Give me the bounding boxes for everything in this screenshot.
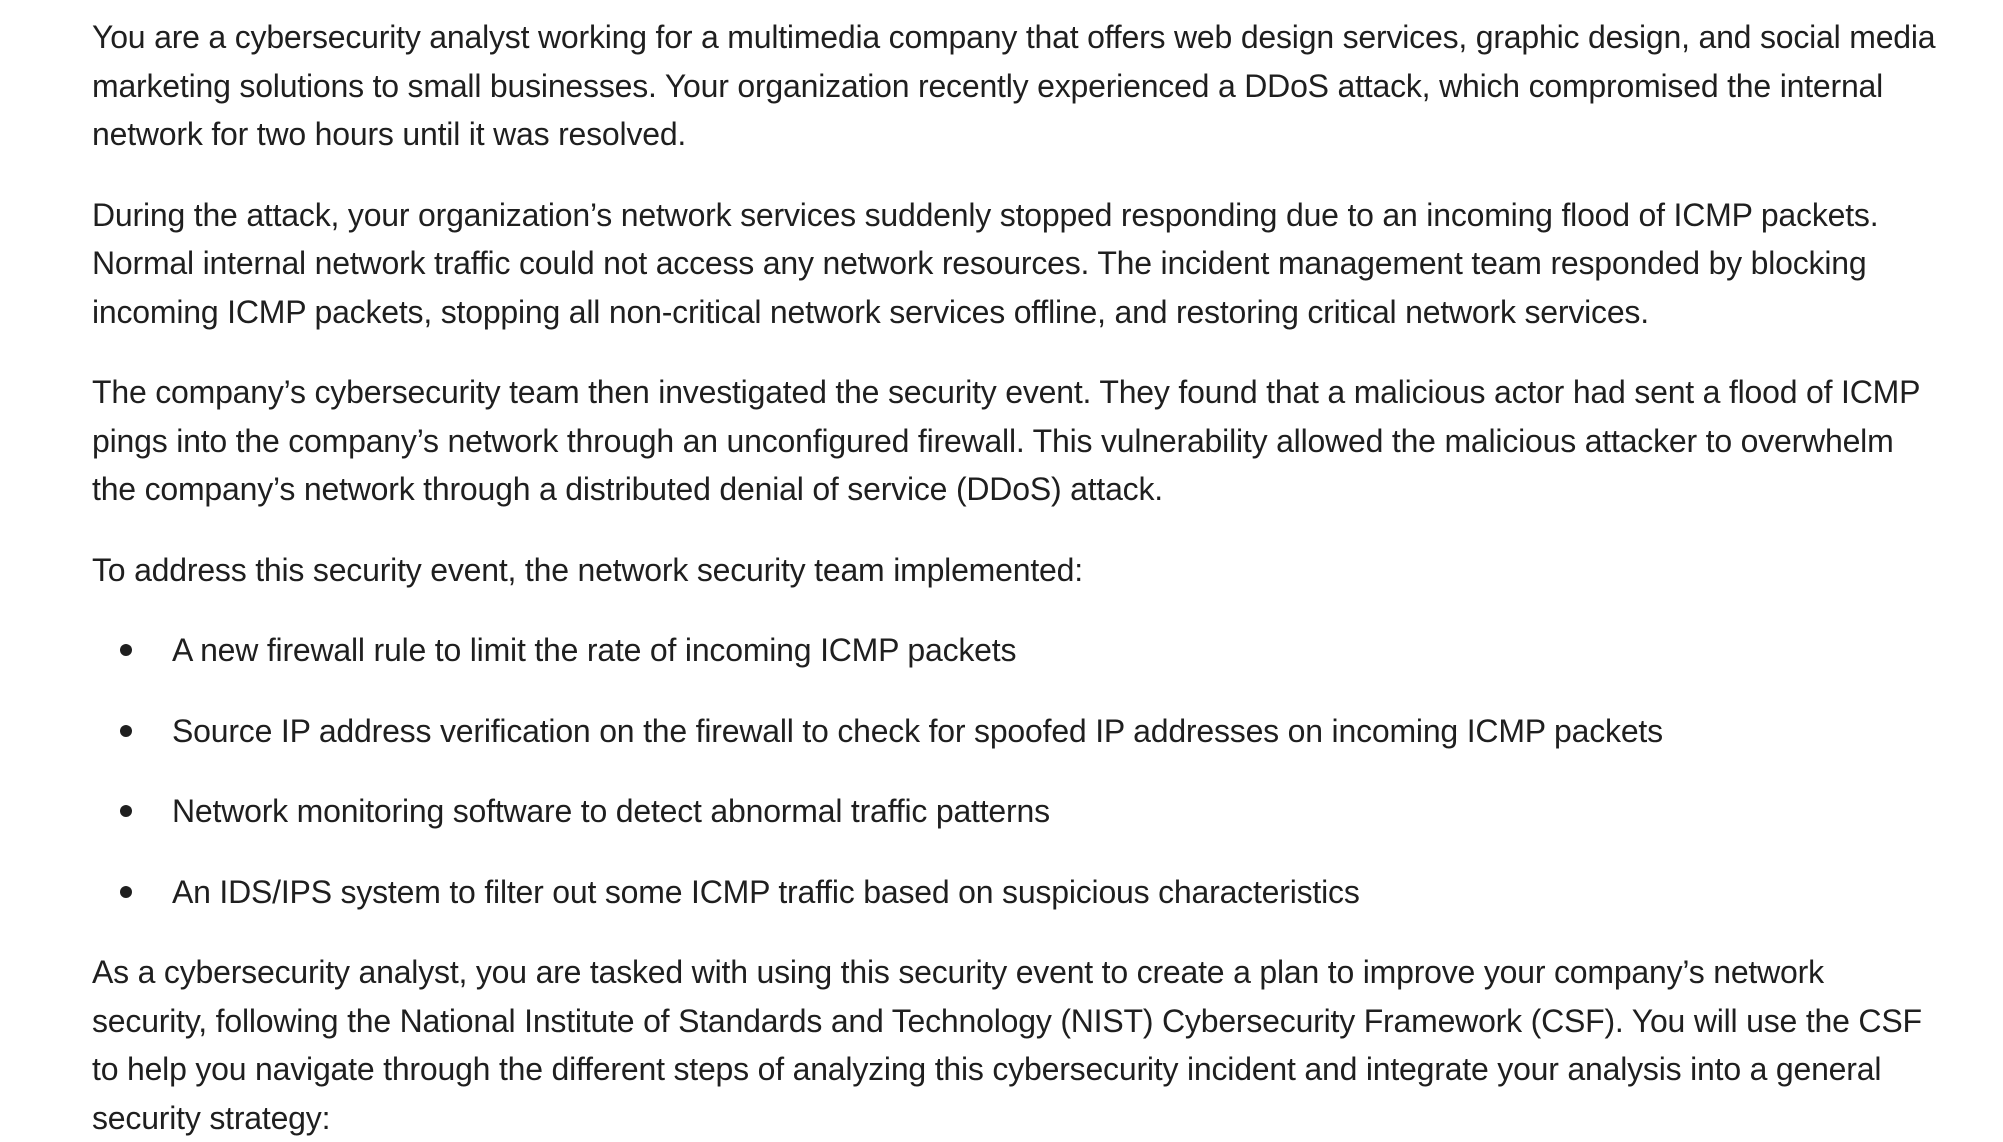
document-page: You are a cybersecurity analyst working …	[0, 0, 2003, 1136]
list-item-text: A new firewall rule to limit the rate of…	[172, 632, 1017, 668]
remediation-list: A new firewall rule to limit the rate of…	[92, 626, 1943, 916]
bullet-icon	[120, 724, 132, 737]
list-item: Source IP address verification on the fi…	[92, 707, 1943, 756]
bullet-icon	[120, 885, 132, 898]
bullet-icon	[120, 805, 132, 817]
list-item: An IDS/IPS system to filter out some ICM…	[92, 868, 1943, 917]
list-item-text: Source IP address verification on the fi…	[172, 712, 1663, 749]
bullet-icon	[120, 644, 132, 656]
list-item: Network monitoring software to detect ab…	[92, 787, 1943, 836]
paragraph-analyst-task: As a cybersecurity analyst, you are task…	[92, 954, 1922, 1136]
paragraph-attack-description: During the attack, your organization’s n…	[92, 196, 1879, 330]
list-item-text: Network monitoring software to detect ab…	[172, 793, 1050, 829]
paragraph-scenario-intro: You are a cybersecurity analyst working …	[92, 19, 1936, 152]
paragraph-investigation: The company’s cybersecurity team then in…	[92, 374, 1920, 507]
paragraph-remediation-intro: To address this security event, the netw…	[92, 551, 1083, 588]
list-item: A new firewall rule to limit the rate of…	[92, 626, 1943, 675]
list-item-text: An IDS/IPS system to filter out some ICM…	[172, 873, 1360, 910]
